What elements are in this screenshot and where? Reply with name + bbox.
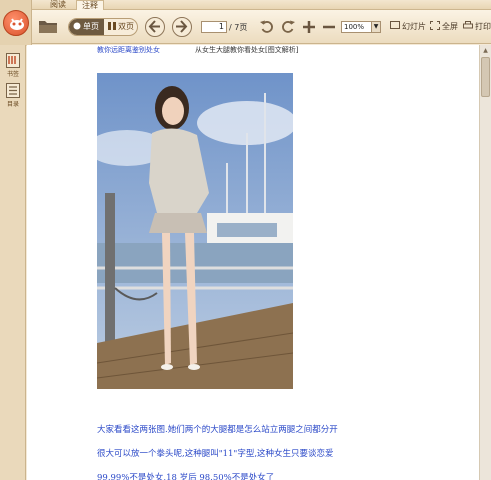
sidebar-item-bookmarks[interactable]: 书签 xyxy=(3,53,23,78)
tab-strip: 阅读 注释 xyxy=(0,0,491,10)
slideshow-label: 幻灯片 xyxy=(402,22,426,31)
sidebar-item-toc[interactable]: 目录 xyxy=(3,83,23,108)
next-page-button[interactable] xyxy=(172,17,192,37)
list-icon xyxy=(6,83,20,98)
double-page-label: 双页 xyxy=(118,22,134,31)
arrow-left-icon xyxy=(148,20,160,33)
paragraph-line: 大家看看这两张图.她们两个的大腿都是怎么站立两腿之间都分开 xyxy=(97,425,338,435)
print-label: 打印 xyxy=(475,22,491,31)
print-button[interactable]: 打印 xyxy=(463,21,491,33)
scroll-thumb[interactable] xyxy=(481,57,490,97)
document-page: 教你远距离鉴别处女 从女生大腿教你看处女[图文解析] 大家看看这两张图.她们两个… xyxy=(27,45,479,480)
prev-page-button[interactable] xyxy=(145,17,165,37)
logo-icon xyxy=(3,10,29,36)
tab-read[interactable]: 阅读 xyxy=(44,0,72,10)
single-page-icon xyxy=(73,20,81,30)
paragraph-line: 很大可以放一个拳头呢,这种腿叫"11"字型,这种女生只要谈恋爱 xyxy=(97,449,334,459)
slideshow-icon xyxy=(390,21,400,30)
zoom-in-icon[interactable] xyxy=(301,19,317,35)
slideshow-button[interactable]: 幻灯片 xyxy=(390,21,426,33)
toolbar: 单页 双页 1 / 7页 100% ▼ 幻灯片 全屏 打印 xyxy=(0,10,491,44)
header-title: 从女生大腿教你看处女[图文解析] xyxy=(195,46,299,54)
zoom-select[interactable]: 100% ▼ xyxy=(341,21,381,33)
printer-icon xyxy=(463,21,473,30)
sidebar-item-label: 目录 xyxy=(6,101,19,108)
fullscreen-icon xyxy=(430,21,440,30)
double-page-icon xyxy=(108,20,116,30)
view-mode-toggle: 单页 双页 xyxy=(68,18,138,36)
app-logo[interactable] xyxy=(0,0,32,46)
rotate-right-icon[interactable] xyxy=(280,19,296,35)
rotate-left-icon[interactable] xyxy=(259,19,275,35)
tab-annotate[interactable]: 注释 xyxy=(76,0,104,10)
chevron-down-icon: ▼ xyxy=(371,22,380,32)
single-page-button[interactable]: 单页 xyxy=(69,19,104,35)
fullscreen-label: 全屏 xyxy=(442,22,458,31)
sidebar-item-label: 书签 xyxy=(6,71,19,78)
header-link[interactable]: 教你远距离鉴别处女 xyxy=(97,45,160,55)
paragraph-line: 99.99%不是处女,18 岁后 98.50%不是处女了 xyxy=(97,473,275,480)
scroll-up-icon[interactable]: ▲ xyxy=(480,45,491,56)
arrow-right-icon xyxy=(176,20,188,33)
double-page-button[interactable]: 双页 xyxy=(104,19,137,35)
article-photo xyxy=(97,73,293,389)
sidebar: 书签 目录 xyxy=(0,45,26,480)
page-total: / 7页 xyxy=(229,23,248,32)
zoom-value: 100% xyxy=(344,23,365,31)
page-number-input[interactable]: 1 xyxy=(201,21,227,33)
open-folder-icon[interactable] xyxy=(38,17,58,37)
fullscreen-button[interactable]: 全屏 xyxy=(430,21,458,33)
zoom-out-icon[interactable] xyxy=(321,19,337,35)
bookmark-icon xyxy=(6,53,20,68)
single-page-label: 单页 xyxy=(83,22,99,31)
vertical-scrollbar[interactable]: ▲ xyxy=(479,45,491,480)
